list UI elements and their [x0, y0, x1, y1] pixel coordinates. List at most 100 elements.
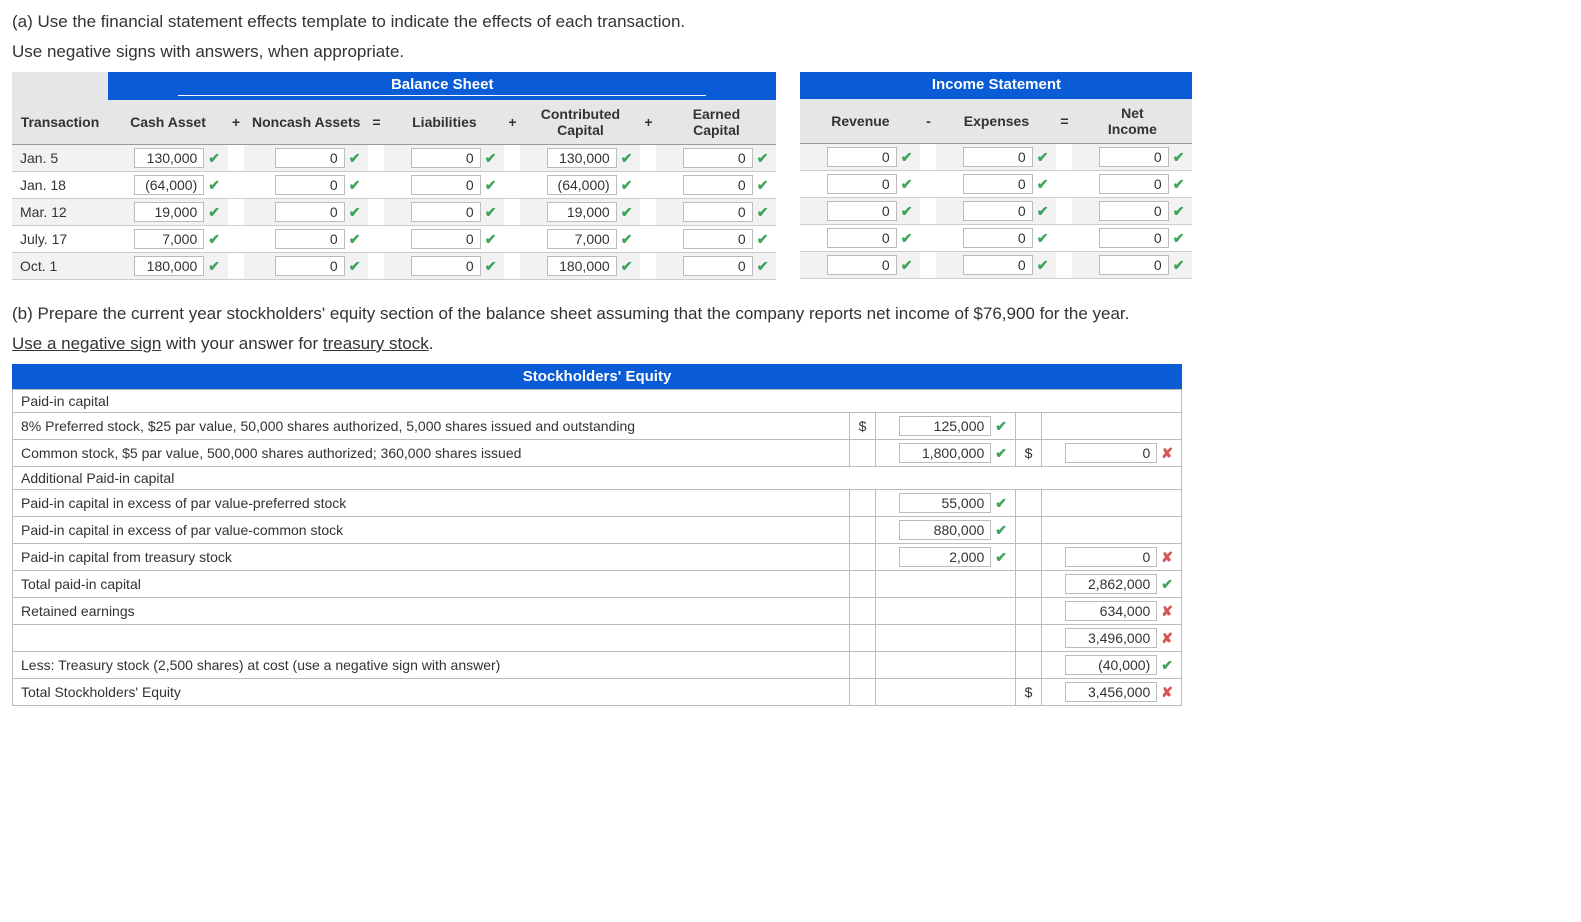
- income-statement-table: Income Statement Revenue - Expenses = Ne…: [800, 72, 1192, 279]
- row-pic-com: Paid-in capital in excess of par value-c…: [13, 517, 850, 544]
- check-icon: ✔: [208, 258, 220, 274]
- input-rev-2[interactable]: 0: [827, 201, 897, 221]
- input-preferred[interactable]: 125,000: [899, 416, 991, 436]
- input-earned-3[interactable]: 0: [683, 229, 753, 249]
- input-liab-1[interactable]: 0: [411, 175, 481, 195]
- col-contrib: ContributedCapital: [520, 100, 640, 145]
- check-icon: ✔: [901, 176, 913, 192]
- check-icon: ✔: [901, 257, 913, 273]
- input-cash-1[interactable]: (64,000): [134, 175, 204, 195]
- input-noncash-2[interactable]: 0: [275, 202, 345, 222]
- check-icon: ✔: [757, 258, 769, 274]
- input-rev-1[interactable]: 0: [827, 174, 897, 194]
- input-cash-0[interactable]: 130,000: [134, 148, 204, 168]
- input-liab-4[interactable]: 0: [411, 256, 481, 276]
- input-net-3[interactable]: 0: [1099, 228, 1169, 248]
- input-cash-3[interactable]: 7,000: [134, 229, 204, 249]
- check-icon: ✔: [995, 522, 1007, 538]
- check-icon: ✔: [208, 150, 220, 166]
- check-icon: ✔: [901, 203, 913, 219]
- input-re[interactable]: 634,000: [1065, 601, 1157, 621]
- input-total-pic[interactable]: 2,862,000: [1065, 574, 1157, 594]
- row-less-ts: Less: Treasury stock (2,500 shares) at c…: [13, 652, 850, 679]
- input-liab-2[interactable]: 0: [411, 202, 481, 222]
- input-noncash-0[interactable]: 0: [275, 148, 345, 168]
- check-icon: ✔: [349, 177, 361, 193]
- input-liab-0[interactable]: 0: [411, 148, 481, 168]
- input-rev-0[interactable]: 0: [827, 147, 897, 167]
- input-common-sum[interactable]: 0: [1065, 443, 1157, 463]
- input-contrib-0[interactable]: 130,000: [547, 148, 617, 168]
- input-net-0[interactable]: 0: [1099, 147, 1169, 167]
- input-earned-2[interactable]: 0: [683, 202, 753, 222]
- input-rev-4[interactable]: 0: [827, 255, 897, 275]
- row-total-se: Total Stockholders' Equity: [13, 679, 850, 706]
- check-icon: ✔: [349, 204, 361, 220]
- input-contrib-4[interactable]: 180,000: [547, 256, 617, 276]
- check-icon: ✔: [485, 258, 497, 274]
- input-contrib-1[interactable]: (64,000): [547, 175, 617, 195]
- input-common[interactable]: 1,800,000: [899, 443, 991, 463]
- cross-icon: ✘: [1161, 445, 1173, 461]
- input-subtotal[interactable]: 3,496,000: [1065, 628, 1157, 648]
- input-exp-3[interactable]: 0: [963, 228, 1033, 248]
- input-earned-0[interactable]: 0: [683, 148, 753, 168]
- row-date: Mar. 12: [12, 199, 108, 226]
- input-pic-ts-sum[interactable]: 0: [1065, 547, 1157, 567]
- check-icon: ✔: [621, 177, 633, 193]
- part-b-hint: Use a negative sign with your answer for…: [12, 334, 1569, 354]
- row-subtotal: [13, 625, 850, 652]
- balance-sheet-table: Balance Sheet Transaction Cash Asset + N…: [12, 72, 776, 280]
- cross-icon: ✘: [1161, 684, 1173, 700]
- input-net-2[interactable]: 0: [1099, 201, 1169, 221]
- col-earned: EarnedCapital: [656, 100, 776, 145]
- input-earned-4[interactable]: 0: [683, 256, 753, 276]
- input-earned-1[interactable]: 0: [683, 175, 753, 195]
- input-noncash-4[interactable]: 0: [275, 256, 345, 276]
- row-apic: Additional Paid-in capital: [13, 467, 1182, 490]
- check-icon: ✔: [485, 177, 497, 193]
- input-pic-com[interactable]: 880,000: [899, 520, 991, 540]
- input-cash-4[interactable]: 180,000: [134, 256, 204, 276]
- input-total-se[interactable]: 3,456,000: [1065, 682, 1157, 702]
- check-icon: ✔: [1173, 230, 1185, 246]
- check-icon: ✔: [621, 231, 633, 247]
- input-contrib-3[interactable]: 7,000: [547, 229, 617, 249]
- input-noncash-1[interactable]: 0: [275, 175, 345, 195]
- part-a-prompt: (a) Use the financial statement effects …: [12, 12, 1569, 32]
- input-contrib-2[interactable]: 19,000: [547, 202, 617, 222]
- col-noncash: Noncash Assets: [244, 100, 368, 145]
- check-icon: ✔: [1173, 257, 1185, 273]
- dollar-sign: $: [850, 413, 876, 440]
- input-net-1[interactable]: 0: [1099, 174, 1169, 194]
- col-cash: Cash Asset: [108, 100, 228, 145]
- check-icon: ✔: [1037, 203, 1049, 219]
- input-less-ts[interactable]: (40,000): [1065, 655, 1157, 675]
- check-icon: ✔: [349, 258, 361, 274]
- input-exp-4[interactable]: 0: [963, 255, 1033, 275]
- balance-sheet-title: Balance Sheet: [391, 76, 494, 93]
- input-cash-2[interactable]: 19,000: [134, 202, 204, 222]
- check-icon: ✔: [1037, 149, 1049, 165]
- check-icon: ✔: [485, 150, 497, 166]
- op-plus-3: +: [640, 100, 656, 145]
- input-exp-0[interactable]: 0: [963, 147, 1033, 167]
- input-noncash-3[interactable]: 0: [275, 229, 345, 249]
- input-pic-ts[interactable]: 2,000: [899, 547, 991, 567]
- op-minus: -: [920, 99, 936, 144]
- stockholders-equity-title: Stockholders' Equity: [12, 364, 1182, 389]
- input-liab-3[interactable]: 0: [411, 229, 481, 249]
- input-net-4[interactable]: 0: [1099, 255, 1169, 275]
- check-icon: ✔: [1037, 176, 1049, 192]
- col-liab: Liabilities: [384, 100, 504, 145]
- check-icon: ✔: [995, 445, 1007, 461]
- input-pic-pref[interactable]: 55,000: [899, 493, 991, 513]
- check-icon: ✔: [901, 230, 913, 246]
- input-exp-2[interactable]: 0: [963, 201, 1033, 221]
- check-icon: ✔: [1161, 657, 1173, 673]
- check-icon: ✔: [349, 231, 361, 247]
- row-common-stock: Common stock, $5 par value, 500,000 shar…: [13, 440, 850, 467]
- part-a-subprompt: Use negative signs with answers, when ap…: [12, 42, 1569, 62]
- input-exp-1[interactable]: 0: [963, 174, 1033, 194]
- input-rev-3[interactable]: 0: [827, 228, 897, 248]
